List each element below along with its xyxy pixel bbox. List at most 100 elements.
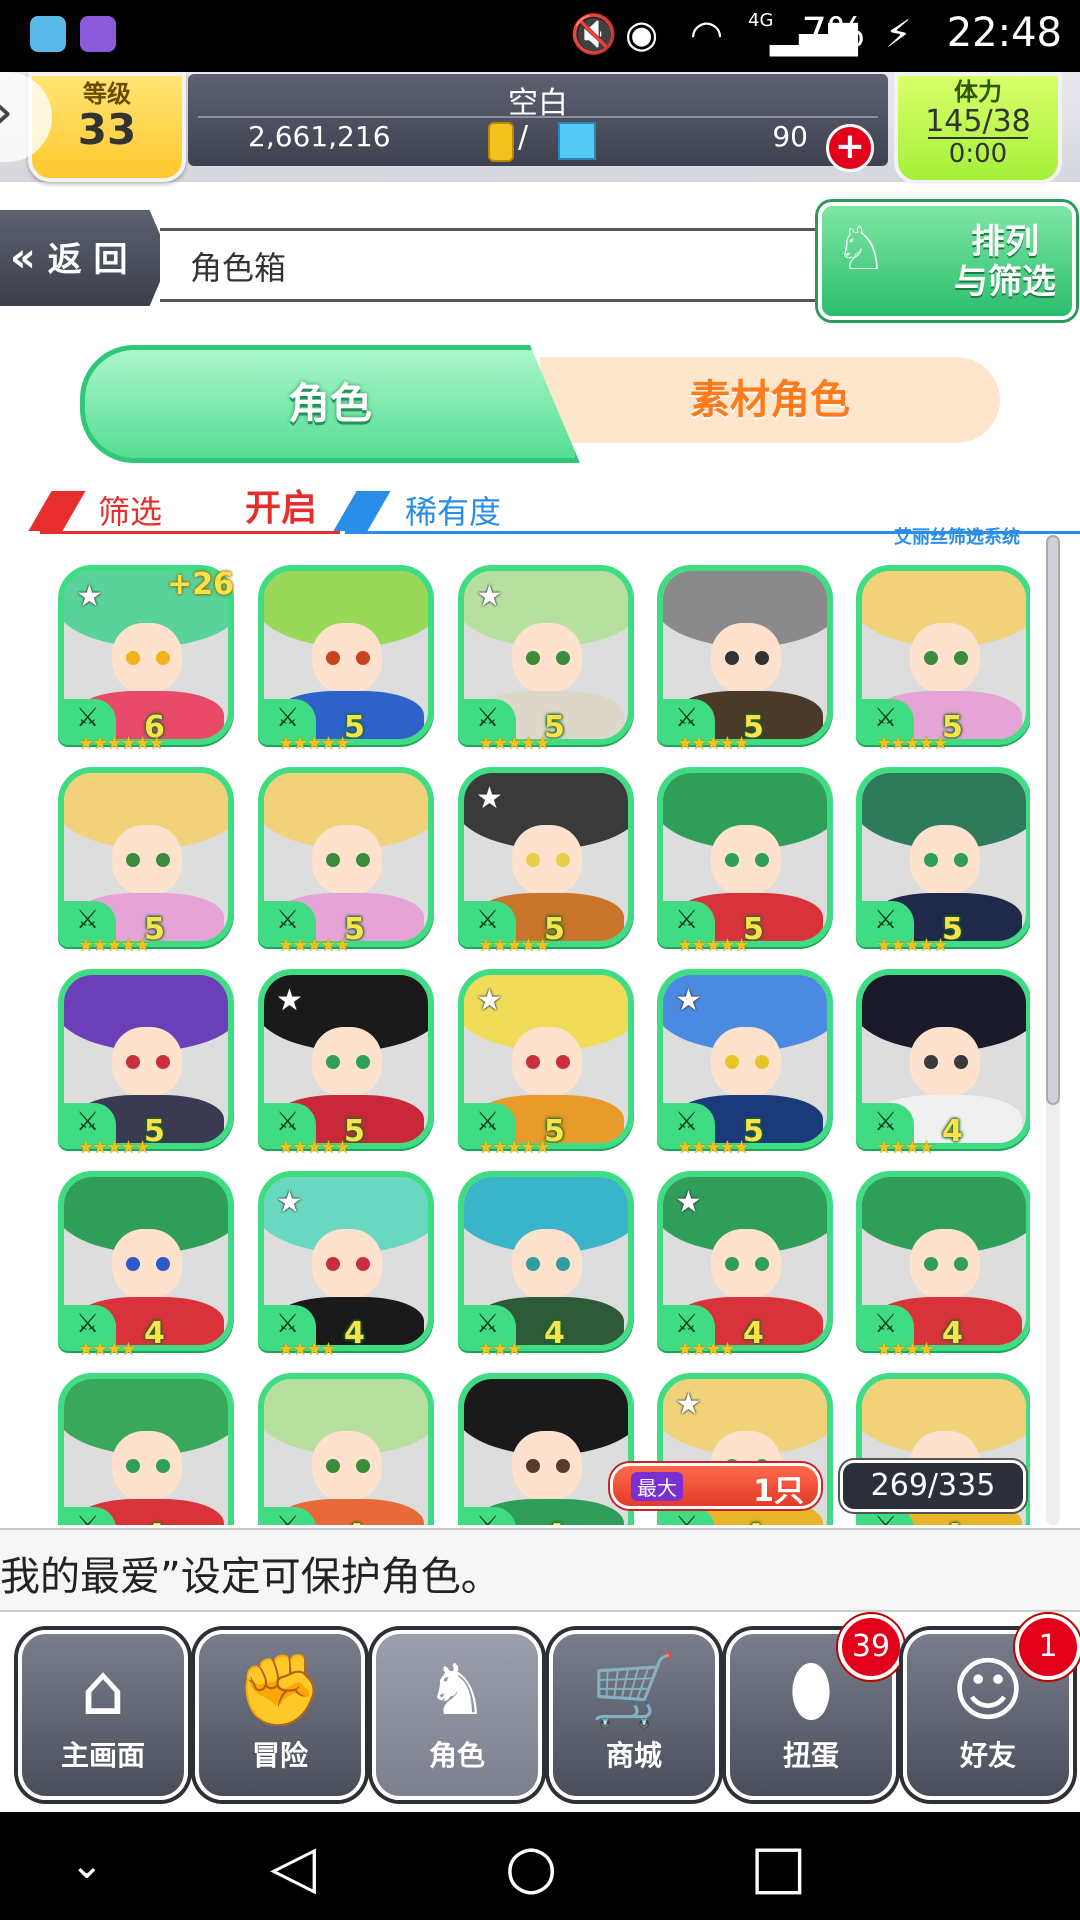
back-button[interactable]: « 返 回: [0, 210, 170, 306]
nav-button-rabbit[interactable]: ♞ 角色: [372, 1630, 542, 1800]
filter-row: 筛选 开启 稀有度 艾丽丝筛选系统: [0, 475, 1080, 548]
character-card[interactable]: ⚔ 5 ★★★★★: [258, 767, 434, 956]
sword-icon: ⚔: [276, 1107, 300, 1137]
character-eye: [755, 1055, 769, 1069]
scrollbar-thumb[interactable]: [1046, 535, 1060, 1105]
status-bar: 🔇 ◉ ◠ 4G ▂▄▆ 7% ⚡ 22:48: [0, 0, 1080, 72]
character-portrait: ⚔4: [458, 1373, 634, 1525]
character-card[interactable]: ⚔4★★★★: [458, 1373, 634, 1525]
rabbit-icon: ♞: [425, 1649, 489, 1731]
character-eye: [755, 1257, 769, 1271]
app-icon-tap: [30, 16, 66, 52]
character-card[interactable]: ⚔ 5 ★ ★★★★★: [458, 767, 634, 956]
character-eye: [156, 853, 170, 867]
character-eye: [356, 853, 370, 867]
sword-icon: ⚔: [76, 1511, 99, 1525]
recents-square-icon[interactable]: □: [750, 1832, 807, 1902]
sword-icon: ⚔: [76, 1107, 100, 1137]
character-card[interactable]: ⚔ 6 ★ ★★★★★★ +26: [58, 565, 234, 754]
character-eye: [356, 1459, 370, 1473]
sword-icon: ⚔: [675, 1511, 698, 1525]
clock: 22:48: [946, 10, 1062, 56]
character-card[interactable]: ⚔4★★★★: [58, 1373, 234, 1525]
nav-row: « 返 回 角色箱 ♘ 排列 与筛选: [0, 202, 1080, 320]
character-card[interactable]: ⚔ 5 ★★★★★: [856, 565, 1030, 754]
character-level: 4: [942, 1518, 963, 1525]
character-card[interactable]: ⚔4★★★★★: [657, 1171, 833, 1360]
character-card[interactable]: ⚔ 5 ★★★★★: [657, 767, 833, 956]
sort-filter-button[interactable]: ♘ 排列 与筛选: [818, 202, 1076, 320]
nav-label: 商城: [605, 1739, 662, 1772]
tab-material-characters[interactable]: 素材角色: [540, 357, 1000, 443]
character-eye: [126, 651, 140, 665]
rarity-label: 稀有度: [405, 493, 502, 531]
rabbit-icon: ♘: [834, 214, 888, 284]
tab-characters[interactable]: 角色: [80, 345, 580, 463]
character-eye: [326, 1257, 340, 1271]
character-eye: [556, 1459, 570, 1473]
bottom-nav: ⌂ 主画面 ✊ 冒险 ♞ 角色 🛒 商城 ⬮ 扭蛋 39 ☺ 好友 1: [0, 1612, 1080, 1812]
character-level: 4: [942, 1316, 963, 1351]
character-card[interactable]: ⚔ 5 ★ ★★★★★: [458, 969, 634, 1158]
rarity-stars: ★★★★: [677, 1339, 736, 1360]
character-card[interactable]: ⚔4★★★★: [258, 1373, 434, 1525]
character-card[interactable]: ⚔ 5 ★★★★★: [58, 969, 234, 1158]
rarity-stars: ★★★★: [876, 1339, 935, 1360]
character-portrait: ⚔ 5: [657, 565, 833, 745]
character-level: 4: [144, 1518, 165, 1525]
character-card[interactable]: ⚔ 5 ★ ★★★★★: [458, 565, 634, 754]
page-title: 角色箱: [190, 249, 287, 287]
character-face: [512, 1027, 582, 1097]
character-card[interactable]: ⚔4★★★★: [856, 969, 1030, 1158]
character-card[interactable]: ⚔ 5 ★★★★★: [258, 565, 434, 754]
sword-icon: ⚔: [874, 1107, 898, 1137]
character-card[interactable]: ⚔ 5 ★★★★★: [856, 767, 1030, 956]
character-art: [464, 1379, 628, 1525]
character-eye: [725, 853, 739, 867]
character-card[interactable]: ⚔ 5 ★★★★★: [58, 767, 234, 956]
character-face: [512, 623, 582, 693]
character-card[interactable]: ⚔ 4 ★★★: [458, 1171, 634, 1360]
character-card[interactable]: ⚔4★★★★: [856, 1171, 1030, 1360]
home-icon: ⌂: [80, 1649, 126, 1731]
character-eye: [924, 651, 938, 665]
rarity-filter[interactable]: 稀有度 艾丽丝筛选系统: [333, 487, 1080, 548]
character-card[interactable]: ⚔ 5 ★★★★★: [657, 565, 833, 754]
character-card[interactable]: ⚔ 5 ★ ★★★★★: [258, 969, 434, 1158]
favorite-star-icon: ★: [476, 983, 503, 1018]
nav-button-cart[interactable]: 🛒 商城: [549, 1630, 719, 1800]
character-card[interactable]: ⚔ 5 ★ ★★★★★: [657, 969, 833, 1158]
nav-button-home[interactable]: ⌂ 主画面: [18, 1630, 188, 1800]
nav-button-handshake[interactable]: ✊ 冒险: [195, 1630, 365, 1800]
nav-button-egg[interactable]: ⬮ 扭蛋 39: [726, 1614, 904, 1800]
rarity-stars: ★★★★★: [278, 1137, 351, 1158]
character-face: [711, 825, 781, 895]
plus-value: +26: [167, 567, 234, 602]
coin-icon: [488, 122, 514, 162]
sword-icon: ⚔: [476, 1107, 500, 1137]
character-eye: [526, 1459, 540, 1473]
character-face: [312, 1229, 382, 1299]
rarity-stars: ★★★★★: [677, 1137, 750, 1158]
back-triangle-icon[interactable]: ◁: [270, 1832, 316, 1902]
character-eye: [156, 1459, 170, 1473]
character-portrait: ⚔4: [856, 1171, 1030, 1351]
battery-charging-icon: ⚡: [885, 12, 912, 56]
home-circle-icon[interactable]: ○: [505, 1832, 557, 1902]
nav-label: 好友: [959, 1739, 1016, 1772]
buy-gems-button[interactable]: +: [826, 124, 874, 172]
character-eye: [924, 1257, 938, 1271]
character-eye: [556, 853, 570, 867]
character-card[interactable]: ⚔4★★★★: [58, 1171, 234, 1360]
tab-bar: 素材角色 角色: [80, 345, 1010, 463]
rarity-stars: ★★★★★: [478, 1137, 551, 1158]
character-face: [312, 825, 382, 895]
character-eye: [924, 853, 938, 867]
sword-icon: ⚔: [476, 905, 500, 935]
mute-icon: 🔇: [570, 12, 618, 56]
filter-toggle[interactable]: 筛选 开启: [28, 487, 340, 534]
character-card[interactable]: ⚔4★★★★★: [258, 1171, 434, 1360]
chevron-down-icon[interactable]: ⌄: [70, 1842, 104, 1888]
character-eye: [954, 1055, 968, 1069]
nav-button-friends[interactable]: ☺ 好友 1: [903, 1614, 1080, 1800]
